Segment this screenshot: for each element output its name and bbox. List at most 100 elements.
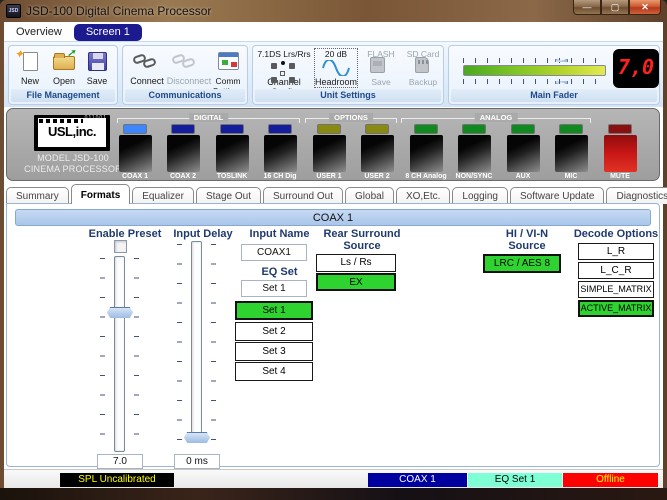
led-user1 (318, 125, 340, 133)
input-delay-thumb[interactable] (184, 432, 210, 443)
status-connection: Offline (563, 473, 658, 487)
preset-fader-slider[interactable] (114, 256, 125, 452)
decode-lcr-button[interactable]: L_C_R (578, 262, 654, 279)
input-button-aux[interactable]: AUX (501, 125, 545, 180)
decode-simple-matrix-button[interactable]: SIMPLE_MATRIX (578, 281, 654, 298)
eq-set4-button[interactable]: Set 4 (235, 362, 313, 381)
enable-preset-label: Enable Preset (79, 228, 171, 240)
comm-settings-icon (209, 49, 247, 75)
tab-equalizer[interactable]: Equalizer (132, 187, 194, 204)
fader-ticks-bottom (463, 79, 606, 84)
new-document-icon: ✦ (11, 49, 49, 75)
mute-button[interactable]: MUTE (598, 125, 642, 180)
input-name-label: Input Name (237, 228, 322, 240)
enable-preset-checkbox[interactable] (114, 240, 127, 253)
input-delay-slider[interactable] (191, 241, 202, 441)
input-delay-value: 0 ms (174, 454, 220, 469)
ribbon: ✦ New ➚ Open Save File Management Connec… (4, 41, 663, 107)
input-delay-label: Input Delay (159, 228, 247, 240)
headroom-button[interactable]: 20 dB Headroom (315, 49, 357, 87)
input-button-coax1[interactable]: COAX 1 (113, 125, 157, 180)
status-eq-set: EQ Set 1 (468, 473, 562, 487)
status-bar: SPL Uncalibrated COAX 1 EQ Set 1 Offline (4, 469, 663, 488)
led-coax1 (124, 125, 146, 133)
input-button-user2[interactable]: USER 2 (355, 125, 399, 180)
led-mic (560, 125, 582, 133)
delay-slider-ticks-left (177, 244, 182, 440)
tab-formats[interactable]: Formats (71, 184, 130, 204)
led-mute (609, 125, 631, 133)
group-label-unit-settings: Unit Settings (255, 89, 441, 102)
title-bar[interactable]: JSD JSD-100 Digital Cinema Processor — ▢… (0, 0, 667, 22)
main-fader-slider[interactable] (463, 65, 606, 76)
eq-set3-button[interactable]: Set 3 (235, 342, 313, 361)
bracket-options: OPTIONS (305, 118, 397, 123)
eq-set1-button[interactable]: Set 1 (235, 301, 313, 320)
rear-surround-label: Rear Surround Source (312, 228, 412, 252)
tab-logging[interactable]: Logging (452, 187, 508, 204)
tab-global[interactable]: Global (345, 187, 394, 204)
tab-surround-out[interactable]: Surround Out (263, 187, 343, 204)
bracket-analog: ANALOG (401, 118, 591, 123)
group-main-fader: 7,0 Main Fader (448, 45, 660, 105)
hi-lrc-aes8-button[interactable]: LRC / AES 8 (483, 254, 561, 273)
input-button-8chanalog[interactable]: 8 CH Analog (404, 125, 448, 180)
input-button-nonsync[interactable]: NON/SYNC (452, 125, 496, 180)
fader-value-display: 7,0 (613, 49, 659, 88)
sd-card-icon (403, 59, 443, 76)
group-communications: Connect Disconnect Comm Settings Communi… (122, 45, 248, 105)
eq-set-field[interactable]: Set 1 (241, 280, 307, 297)
tab-xo-etc[interactable]: XO,Etc. (396, 187, 450, 204)
window-bottom-frame (0, 488, 667, 500)
input-button-user1[interactable]: USER 1 (307, 125, 351, 180)
rear-lsrs-button[interactable]: Ls / Rs (316, 254, 396, 272)
led-8chanalog (415, 125, 437, 133)
decode-options-label: Decode Options (573, 228, 659, 240)
input-button-coax2[interactable]: COAX 2 (161, 125, 205, 180)
preset-slider-ticks-right (134, 258, 139, 452)
close-button[interactable]: ✕ (629, 0, 661, 15)
status-input: COAX 1 (368, 473, 467, 487)
page-tabs: Summary Formats Equalizer Stage Out Surr… (6, 184, 662, 204)
view-tabs: Overview Screen 1 (8, 24, 142, 41)
tab-overview[interactable]: Overview (8, 24, 70, 41)
backup-button: SD Card Backup (403, 49, 443, 87)
channel-config-icon (256, 59, 312, 76)
group-unit-settings: 7.1DS Lrs/Rrs Channel Config 20 dB Headr… (252, 45, 444, 105)
preset-fader-value: 7.0 (97, 454, 143, 469)
flash-chip-icon (359, 59, 403, 76)
format-header: COAX 1 (15, 209, 651, 226)
new-button[interactable]: ✦ New (11, 49, 49, 86)
tab-summary[interactable]: Summary (6, 187, 69, 204)
decode-active-matrix-button[interactable]: ACTIVE_MATRIX (578, 300, 654, 317)
app-icon: JSD (6, 4, 21, 18)
group-label-file: File Management (11, 89, 115, 102)
led-nonsync (463, 125, 485, 133)
group-file-management: ✦ New ➚ Open Save File Management (8, 45, 118, 105)
input-button-toslink[interactable]: TOSLINK (210, 125, 254, 180)
eq-set2-button[interactable]: Set 2 (235, 322, 313, 341)
led-coax2 (172, 125, 194, 133)
tab-diagnostics[interactable]: Diagnostics (606, 187, 667, 204)
disconnect-icon (165, 49, 213, 75)
connect-icon (126, 49, 168, 75)
led-toslink (221, 125, 243, 133)
input-button-mic[interactable]: MIC (549, 125, 593, 180)
save-floppy-icon (78, 49, 116, 75)
device-panel: 011001 USL,inc. MODEL JSD-100 CINEMA PRO… (6, 108, 660, 181)
minimize-button[interactable]: — (573, 0, 601, 15)
rear-ex-button[interactable]: EX (316, 273, 396, 291)
tab-stage-out[interactable]: Stage Out (196, 187, 261, 204)
window-title: JSD-100 Digital Cinema Processor (26, 4, 211, 18)
input-button-16chdig[interactable]: 16 CH Dig (258, 125, 302, 180)
led-aux (512, 125, 534, 133)
save-button[interactable]: Save (78, 49, 116, 86)
maximize-button[interactable]: ▢ (601, 0, 629, 15)
connect-button[interactable]: Connect (126, 49, 168, 86)
decode-lr-button[interactable]: L_R (578, 243, 654, 260)
tab-software-update[interactable]: Software Update (510, 187, 605, 204)
input-name-field[interactable]: COAX1 (241, 244, 307, 261)
tab-screen1[interactable]: Screen 1 (74, 24, 142, 41)
fader-ticks-top (463, 58, 606, 63)
preset-fader-thumb[interactable] (107, 307, 133, 318)
